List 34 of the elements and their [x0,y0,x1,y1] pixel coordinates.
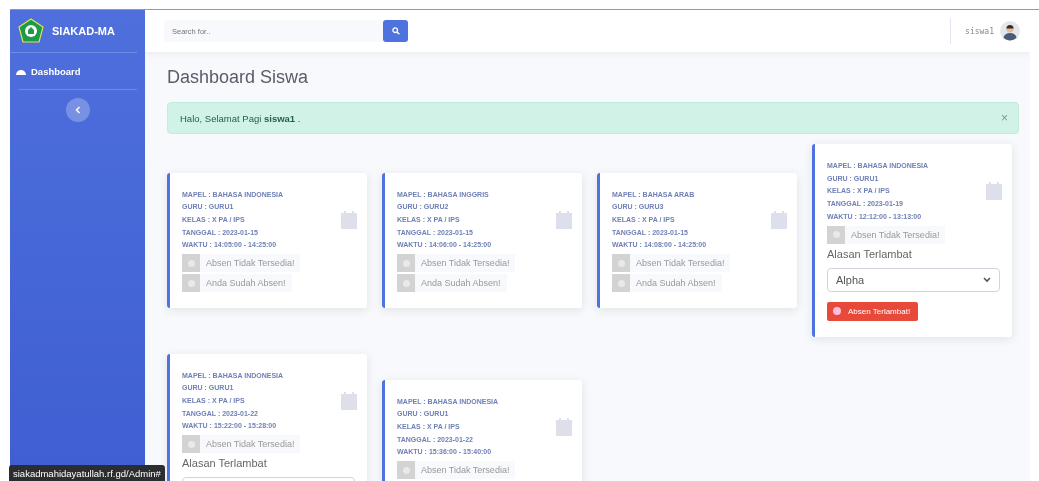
brand-name: SIAKAD-MA [52,25,115,37]
school-logo-icon [18,18,44,44]
search-icon [391,27,400,35]
sidebar-item[interactable]: Dashboard [10,53,145,89]
status-text: Absen Tidak Tersedia! [845,225,946,244]
status-text: Absen Tidak Tersedia! [415,461,516,480]
chevron-left-icon [74,106,81,114]
field-label: Alasan Terlambat [182,457,268,470]
alert-icon [833,307,841,315]
link-status-tooltip: siakadmahidayatullah.rf.gd/Admin# [9,465,165,481]
calendar-icon [771,210,787,229]
page-title: Dashboard Siswa [167,67,310,88]
status-text: Anda Sudah Absen! [630,274,722,292]
calendar-icon [986,182,1002,200]
status-text: Absen Tidak Tersedia! [200,435,301,454]
greeting-text: Halo, Selamat Pagi siswa1 . [180,112,301,124]
late-attendance-button[interactable]: Absen Terlambat! [827,301,919,321]
status-text: Anda Sudah Absen! [415,274,507,292]
calendar-icon [556,210,572,229]
calendar-icon [341,210,357,229]
field-label: Alasan Terlambat [827,247,913,260]
search-button[interactable] [383,20,408,42]
avatar-icon[interactable] [1000,21,1020,41]
calendar-icon [341,391,357,410]
reason-dropdown[interactable]: Alpha [827,267,1000,292]
status-text: Absen Tidak Tersedia! [415,254,516,272]
status-text: Anda Sudah Absen! [200,274,292,292]
calendar-icon [556,417,572,436]
status-text: Absen Tidak Tersedia! [200,254,301,272]
chevron-down-icon [983,276,991,283]
close-button[interactable]: × [1001,111,1008,125]
sidebar-toggle-button[interactable] [65,98,90,122]
user-name[interactable]: siswa1 [965,26,994,36]
status-text: Absen Tidak Tersedia! [630,254,731,272]
